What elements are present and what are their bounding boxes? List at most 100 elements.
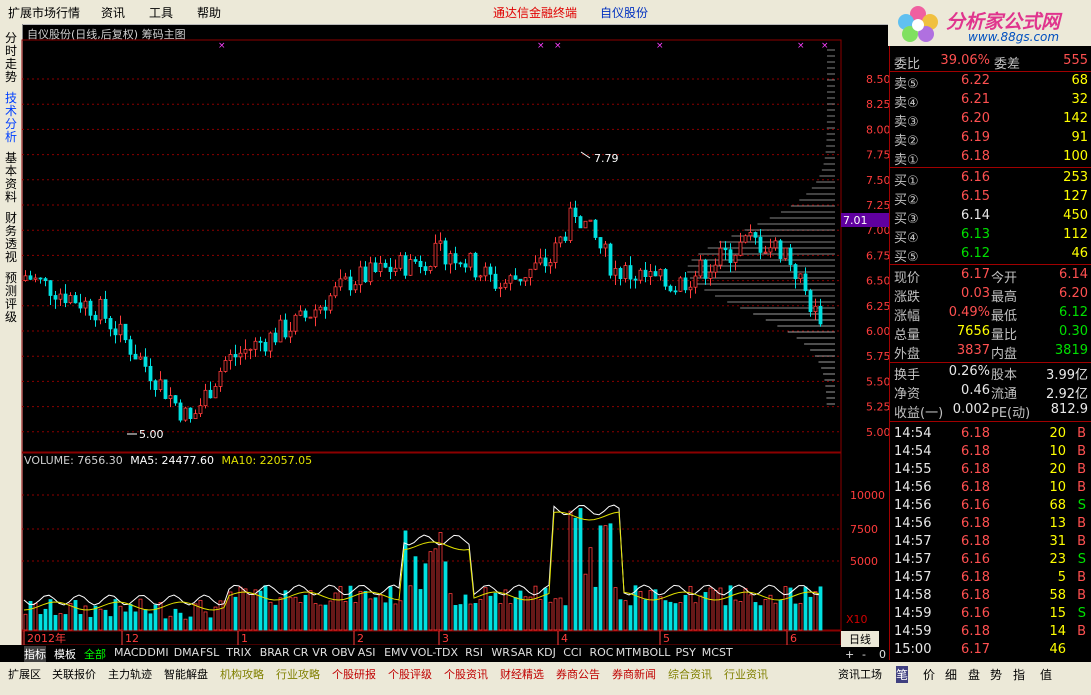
fund-value: 0.002 (952, 402, 990, 417)
indicator-tab[interactable]: ROC (590, 646, 614, 659)
candle-body (428, 266, 433, 271)
candle-body (73, 295, 78, 304)
bottom-tab[interactable]: 行业攻略 (276, 666, 320, 682)
bottom-tab[interactable]: 智能解盘 (164, 666, 208, 682)
indicator-tab[interactable]: BRAR (260, 646, 290, 659)
indicator-tab[interactable]: MTM (616, 646, 642, 659)
event-marker-icon[interactable]: × (554, 41, 562, 51)
bottom-tab[interactable]: 机构攻略 (220, 666, 264, 682)
indicator-tab[interactable]: DMA (174, 646, 200, 659)
tick-price: 6.18 (961, 624, 990, 639)
volume-bar (738, 601, 743, 631)
bottom-tab[interactable]: 个股资讯 (444, 666, 488, 682)
fund-label: 收益(一) (894, 406, 944, 421)
indicator-tab[interactable]: FSL (200, 646, 219, 659)
bottom-tab[interactable]: 关联报价 (52, 666, 96, 682)
indicator-tab[interactable]: 指标 (24, 646, 46, 662)
indicator-tab[interactable]: OBV (332, 646, 355, 659)
candle-body (378, 262, 383, 273)
event-marker-icon[interactable]: × (821, 41, 829, 51)
bottom-tab[interactable]: 财经精选 (500, 666, 544, 682)
indicator-tab[interactable]: MACD (114, 646, 147, 659)
zoom-reset-button[interactable]: 0 (879, 648, 886, 661)
indicator-tab[interactable]: CR (293, 646, 308, 659)
volume-bar (68, 603, 73, 631)
bottom-tab[interactable]: 扩展区 (8, 666, 41, 682)
candle-body (503, 282, 508, 288)
candle-body (153, 380, 158, 391)
volume-bar (53, 614, 58, 631)
event-marker-icon[interactable]: × (537, 41, 545, 51)
indicator-tab[interactable]: BOLL (642, 646, 670, 659)
tick-volume: 20 (1049, 462, 1066, 477)
buy-price: 6.12 (961, 246, 990, 261)
right-panel-tab[interactable]: 值 (1040, 666, 1052, 683)
tick-volume: 58 (1049, 588, 1066, 603)
right-panel-tab[interactable]: 势 (990, 666, 1002, 683)
indicator-tab[interactable]: EMV (384, 646, 408, 659)
indicator-tab[interactable]: WR (491, 646, 510, 659)
sell-volume: 100 (1063, 149, 1088, 164)
indicator-tab[interactable]: SAR (511, 646, 533, 659)
volume-bar (328, 600, 333, 631)
bottom-tab[interactable]: 个股研报 (332, 666, 376, 682)
indicator-tab[interactable]: RSI (465, 646, 483, 659)
bottom-tab[interactable]: 券商公告 (556, 666, 600, 682)
bottom-tab[interactable]: 主力轨迹 (108, 666, 152, 682)
candle-body (373, 262, 378, 273)
tick-row: 14:56 6.16 68 S (894, 498, 1088, 516)
volume-bar (593, 586, 598, 631)
indicator-tab[interactable]: VOL-TDX (410, 646, 458, 659)
volume-bar (733, 599, 738, 631)
indicator-tab[interactable]: PSY (676, 646, 696, 659)
buy-volume: 253 (1063, 170, 1088, 185)
candle-body (758, 236, 763, 253)
volume-bar (28, 601, 33, 631)
price-axis-label: 6.75 (866, 249, 889, 262)
bottom-tab[interactable]: 综合资讯 (668, 666, 712, 682)
indicator-tab[interactable]: KDJ (537, 646, 556, 659)
volume-bar (308, 590, 313, 631)
volume-bar (228, 591, 233, 631)
candle-body (673, 290, 678, 293)
candle-body (483, 266, 488, 277)
bottom-tab[interactable]: 行业资讯 (724, 666, 768, 682)
volume-bar (63, 614, 68, 631)
event-marker-icon[interactable]: × (656, 41, 664, 51)
volume-bar (368, 598, 373, 631)
period-button[interactable]: 日线 (841, 631, 879, 647)
zoom-out-button[interactable]: - (862, 648, 866, 661)
right-panel-tab[interactable]: 指 (1013, 666, 1025, 683)
indicator-tab[interactable]: CCI (563, 646, 582, 659)
indicator-tab[interactable]: 全部 (84, 646, 106, 662)
volume-bar (588, 547, 593, 631)
indicator-tab[interactable]: ASI (358, 646, 376, 659)
bottom-tab[interactable]: 券商新闻 (612, 666, 656, 682)
bottom-tab[interactable]: 资讯工场 (838, 666, 882, 682)
volume-bar (568, 510, 573, 631)
buy-volume: 127 (1063, 189, 1088, 204)
candle-body (703, 259, 708, 279)
indicator-tab[interactable]: VR (312, 646, 327, 659)
candle-body (178, 402, 183, 421)
volume-bar (553, 598, 558, 631)
right-panel-tab[interactable]: 笔 (896, 666, 909, 683)
zoom-in-button[interactable]: + (845, 648, 854, 661)
candle-body (668, 285, 673, 292)
indicator-tab[interactable]: DMI (147, 646, 168, 659)
candle-body (208, 389, 213, 399)
tick-row: 14:59 6.18 14 B (894, 624, 1088, 642)
bottom-tab[interactable]: 个股评级 (388, 666, 432, 682)
volume-bar (773, 602, 778, 631)
indicator-tab[interactable]: MCST (702, 646, 733, 659)
event-marker-icon[interactable]: × (797, 41, 805, 51)
indicator-tab[interactable]: TRIX (226, 646, 251, 659)
kline-chart[interactable]: 8.508.258.007.757.507.257.006.756.506.25… (0, 0, 889, 660)
candle-body (508, 275, 513, 284)
indicator-tab[interactable]: 模板 (54, 646, 76, 662)
right-panel-tab[interactable]: 细 (945, 666, 957, 683)
right-panel-tab[interactable]: 价 (923, 666, 935, 683)
event-marker-icon[interactable]: × (218, 41, 226, 51)
right-panel-tab[interactable]: 盘 (968, 666, 980, 683)
volume-bar (168, 615, 173, 631)
